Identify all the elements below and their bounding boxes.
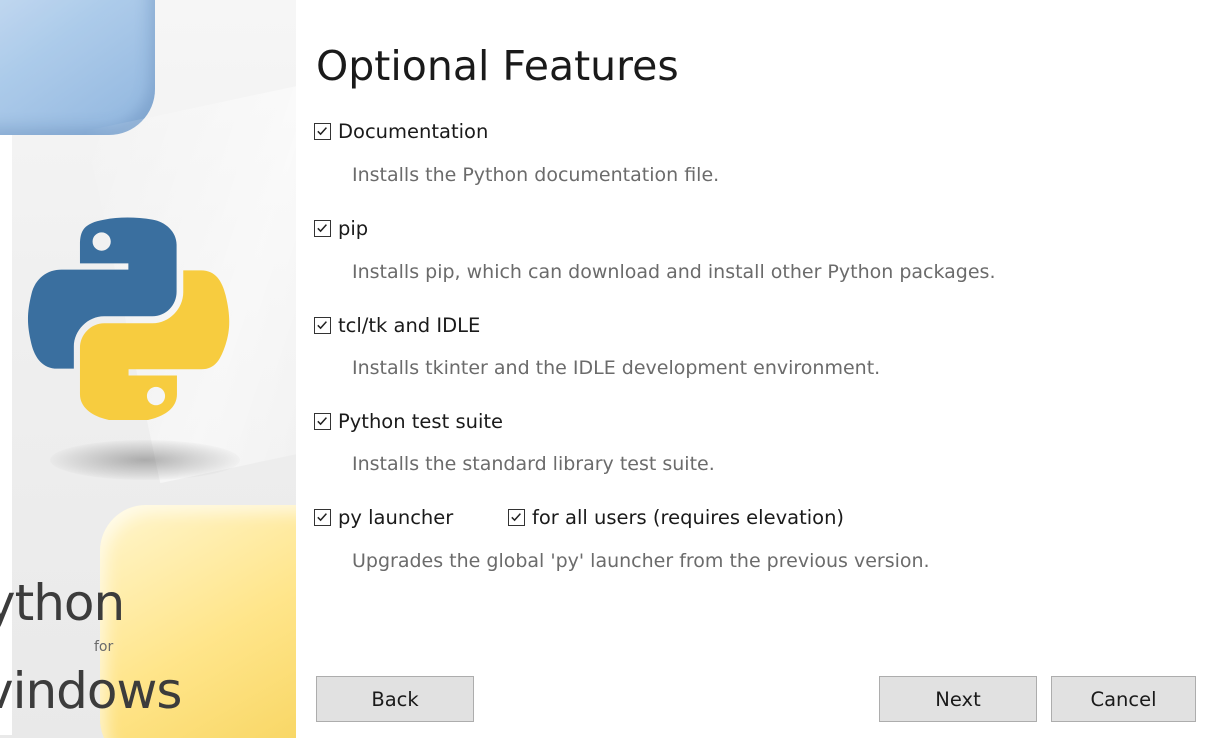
option-label: tcl/tk and IDLE bbox=[338, 313, 481, 337]
page-title: Optional Features bbox=[316, 42, 679, 90]
option-tcltk-idle[interactable]: tcl/tk and IDLE bbox=[314, 310, 480, 340]
check-icon bbox=[317, 223, 327, 232]
check-icon bbox=[317, 512, 327, 521]
option-description: Installs tkinter and the IDLE developmen… bbox=[352, 357, 881, 379]
next-button[interactable]: Next bbox=[879, 676, 1037, 722]
check-icon bbox=[317, 126, 327, 135]
pip-checkbox[interactable] bbox=[314, 219, 331, 237]
option-documentation[interactable]: Documentation bbox=[314, 116, 488, 146]
check-icon bbox=[317, 320, 327, 329]
py-launcher-checkbox[interactable] bbox=[314, 508, 331, 526]
tcltk-idle-checkbox[interactable] bbox=[314, 316, 331, 334]
banner-blue-shape bbox=[0, 0, 155, 135]
cancel-button[interactable]: Cancel bbox=[1051, 676, 1196, 722]
option-label: for all users (requires elevation) bbox=[532, 505, 845, 529]
check-icon bbox=[511, 512, 521, 521]
documentation-checkbox[interactable] bbox=[314, 122, 331, 140]
option-label: Python test suite bbox=[338, 409, 504, 433]
option-label: pip bbox=[338, 216, 369, 240]
side-banner: ython for vindows bbox=[0, 0, 296, 738]
brand-for-text: for bbox=[94, 639, 114, 655]
option-description: Installs pip, which can download and ins… bbox=[352, 261, 996, 283]
logo-shadow bbox=[50, 440, 240, 480]
option-test-suite[interactable]: Python test suite bbox=[314, 406, 503, 436]
option-py-launcher[interactable]: py launcher bbox=[314, 502, 453, 532]
check-icon bbox=[317, 416, 327, 425]
option-label: Documentation bbox=[338, 119, 489, 143]
option-description: Upgrades the global 'py' launcher from t… bbox=[352, 550, 930, 572]
option-for-all-users[interactable]: for all users (requires elevation) bbox=[508, 502, 844, 532]
installer-window: ython for vindows Optional Features Docu… bbox=[0, 0, 1209, 738]
test-suite-checkbox[interactable] bbox=[314, 412, 331, 430]
content-panel: Optional Features Documentation Installs… bbox=[296, 0, 1209, 738]
back-button[interactable]: Back bbox=[316, 676, 474, 722]
option-description: Installs the Python documentation file. bbox=[352, 164, 720, 186]
option-pip[interactable]: pip bbox=[314, 213, 368, 243]
for-all-users-checkbox[interactable] bbox=[508, 508, 525, 526]
brand-windows-text: vindows bbox=[0, 662, 182, 720]
brand-python-text: ython bbox=[0, 574, 125, 632]
banner-edge bbox=[0, 135, 12, 735]
python-logo-icon bbox=[27, 217, 230, 420]
option-label: py launcher bbox=[338, 505, 454, 529]
option-description: Installs the standard library test suite… bbox=[352, 453, 715, 475]
